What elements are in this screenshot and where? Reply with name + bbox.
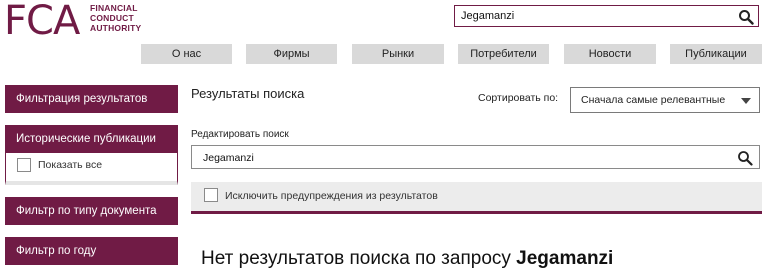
exclude-warnings-checkbox[interactable]	[204, 188, 218, 202]
exclude-warnings-label[interactable]: Исключить предупреждения из результатов	[225, 190, 438, 202]
sort-select[interactable]: Сначала самые релевантные	[570, 87, 760, 113]
search-icon[interactable]	[737, 150, 753, 166]
edit-search-label: Редактировать поиск	[191, 129, 289, 140]
fca-logo[interactable]: FCA FINANCIAL CONDUCT AUTHORITY	[4, 0, 154, 44]
sort-select-value: Сначала самые релевантные	[581, 94, 726, 106]
filter-doc-type-button[interactable]: Фильтр по типу документа	[5, 197, 178, 225]
no-results-message: Нет результатов поиска по запросу Jegama…	[201, 248, 613, 270]
show-all-checkbox[interactable]	[17, 158, 31, 172]
nav-item-consumers[interactable]: Потребители	[458, 44, 549, 64]
main-search-input[interactable]: Jegamanzi	[191, 145, 760, 169]
header-search-input[interactable]: Jegamanzi	[454, 5, 759, 27]
logo-line-2: CONDUCT	[90, 13, 134, 23]
exclude-warnings-panel: Исключить предупреждения из результатов	[191, 182, 762, 214]
logo-wordmark: FINANCIAL CONDUCT AUTHORITY	[90, 3, 141, 33]
no-results-text: Нет результатов поиска по запросу	[201, 248, 517, 269]
main-search-value: Jegamanzi	[203, 152, 254, 164]
chevron-down-icon	[741, 98, 751, 104]
logo-line-1: FINANCIAL	[90, 3, 138, 13]
nav-item-firms[interactable]: Фирмы	[246, 44, 337, 64]
nav-item-publications[interactable]: Публикации	[670, 44, 762, 64]
historical-publications-button[interactable]: Исторические публикации	[5, 125, 178, 153]
results-title: Результаты поиска	[191, 86, 305, 101]
nav-item-markets[interactable]: Рынки	[352, 44, 444, 64]
nav-item-news[interactable]: Новости	[564, 44, 656, 64]
filter-year-button[interactable]: Фильтр по году	[5, 237, 178, 265]
filter-results-button[interactable]: Фильтрация результатов	[5, 85, 178, 113]
header-search-value: Jegamanzi	[461, 10, 515, 22]
search-icon[interactable]	[738, 9, 754, 25]
sort-label: Сортировать по:	[478, 92, 559, 104]
no-results-query: Jegamanzi	[516, 248, 614, 269]
nav-item-about[interactable]: О нас	[141, 44, 232, 64]
logo-line-3: AUTHORITY	[90, 23, 142, 33]
show-all-label[interactable]: Показать все	[38, 159, 102, 171]
historical-publications-panel: Показать все	[5, 153, 178, 185]
logo-mark: FCA	[4, 0, 80, 44]
